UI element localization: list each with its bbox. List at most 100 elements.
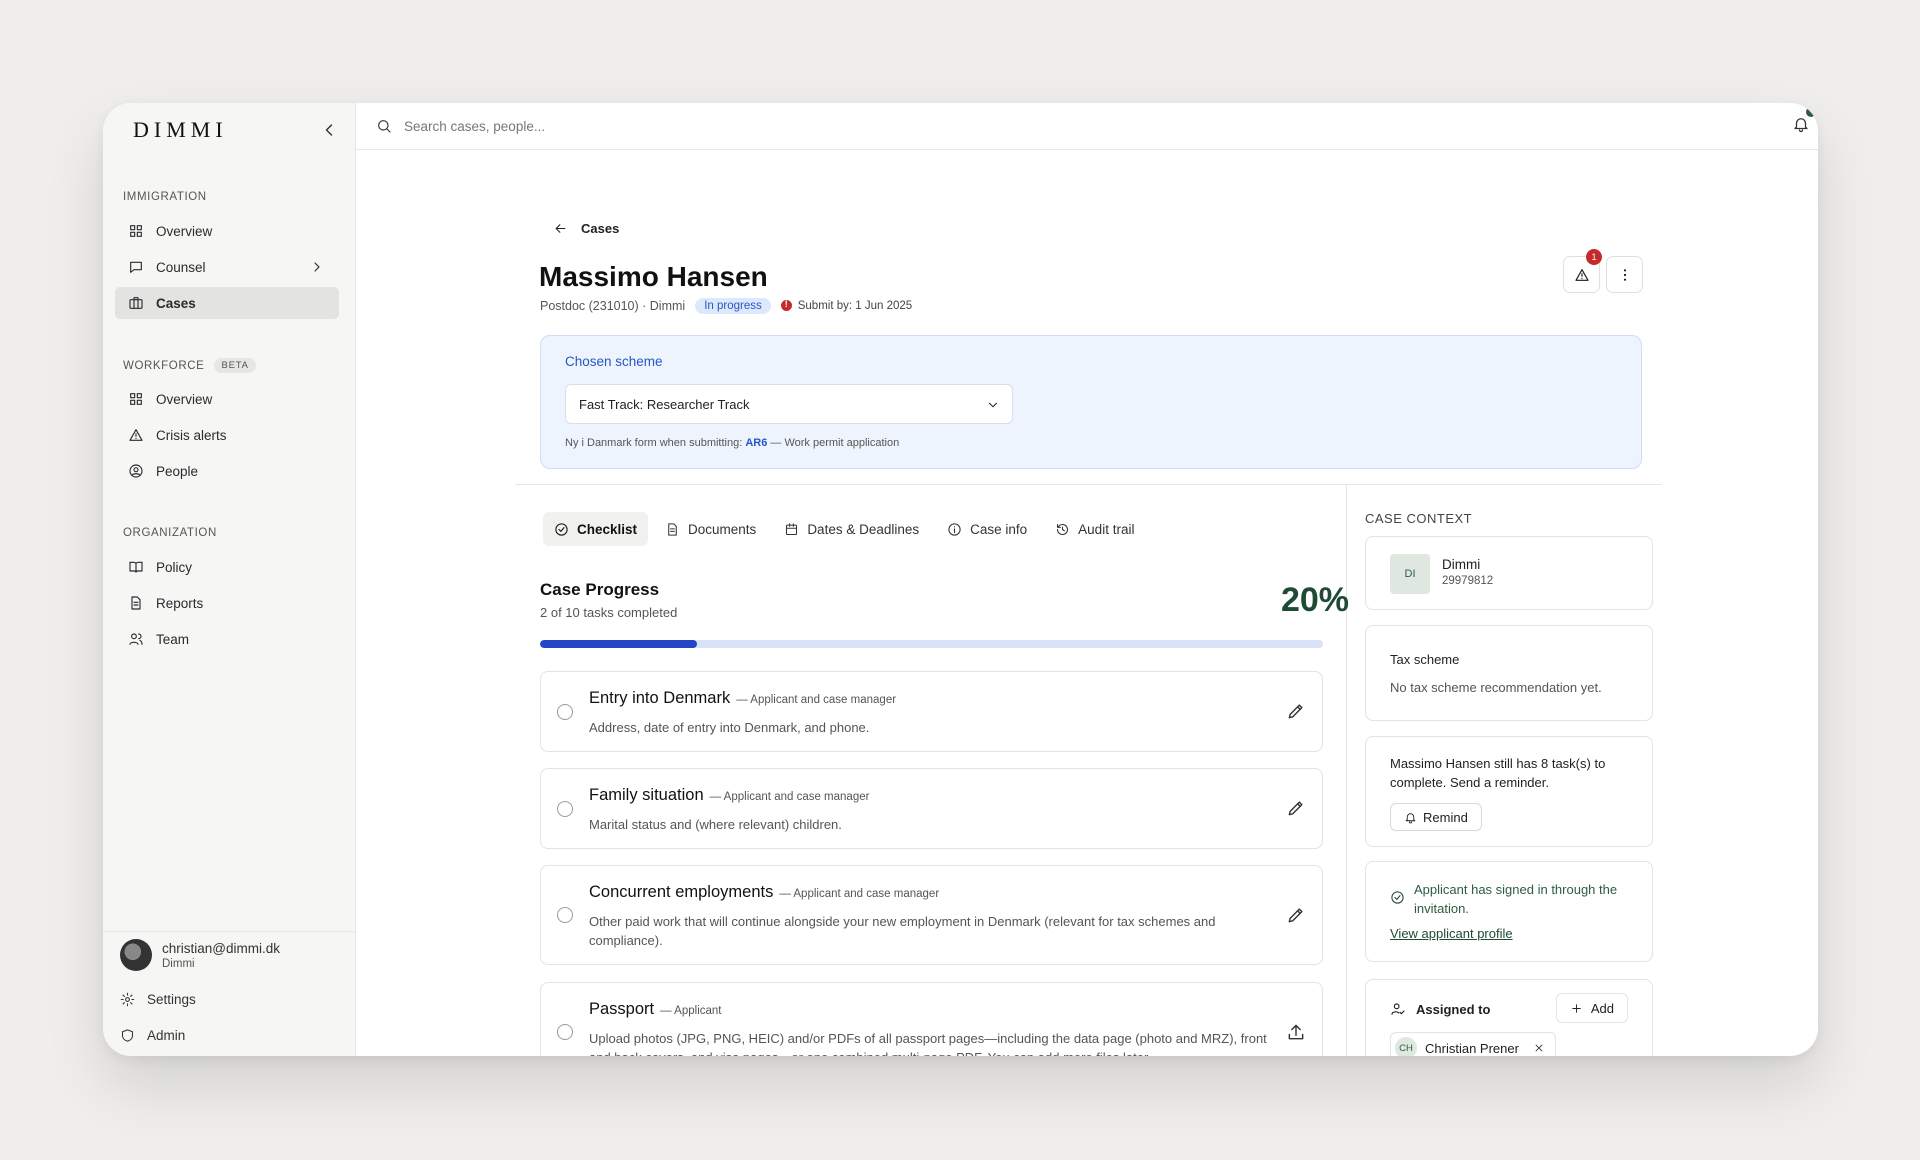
tax-scheme-title: Tax scheme [1390, 652, 1460, 667]
tab-checklist[interactable]: Checklist [543, 512, 649, 546]
book-icon [129, 561, 143, 573]
tax-scheme-text: No tax scheme recommendation yet. [1390, 680, 1602, 695]
task-name: Passport [589, 1000, 655, 1018]
document-icon [131, 596, 141, 610]
section-immigration: IMMIGRATION [123, 191, 207, 203]
close-icon[interactable] [1533, 1042, 1545, 1054]
task-role: — Applicant and case manager [709, 791, 870, 803]
briefcase-icon [129, 297, 143, 309]
edit-icon[interactable] [1286, 798, 1306, 818]
beta-badge: BETA [214, 358, 256, 373]
sidebar-item-label: Reports [156, 595, 204, 611]
shield-icon [121, 1029, 134, 1042]
sidebar-item-crisis-alerts[interactable]: Crisis alerts [115, 419, 339, 451]
task-card[interactable]: Passport — Applicant Upload photos (JPG, … [540, 982, 1323, 1056]
task-description: Other paid work that will continue along… [589, 914, 1216, 948]
task-role: — Applicant and case manager [779, 888, 940, 900]
sidebar-item-team[interactable]: Team [115, 623, 339, 655]
chevron-left-icon[interactable] [319, 120, 339, 140]
remind-label: Remind [1423, 809, 1468, 825]
sidebar-item-cases[interactable]: Cases [115, 287, 339, 319]
section-workforce: WORKFORCE BETA [123, 358, 256, 373]
more-options-button[interactable] [1606, 256, 1643, 293]
grid-icon [130, 225, 142, 237]
progress-bar [540, 640, 1323, 648]
sidebar-item-workforce-overview[interactable]: Overview [115, 383, 339, 415]
signed-text: Applicant has signed in through the invi… [1414, 882, 1618, 916]
notification-dot [1806, 107, 1816, 117]
task-card[interactable]: Concurrent employments — Applicant and ca… [540, 865, 1323, 965]
applicant-signed-card: Applicant has signed in through the invi… [1365, 861, 1653, 962]
task-card[interactable]: Entry into Denmark — Applicant and case m… [540, 671, 1323, 752]
tab-label: Dates & Deadlines [807, 521, 920, 537]
assignee-chip: CH Christian Prener [1390, 1032, 1556, 1056]
scheme-note-prefix: Ny i Danmark form when submitting: [565, 437, 746, 449]
task-checkbox[interactable] [557, 801, 573, 817]
user-email: christian@dimmi.dk [162, 940, 280, 956]
edit-icon[interactable] [1286, 905, 1306, 925]
info-icon [948, 522, 961, 536]
grid-icon [130, 393, 142, 405]
arrow-left-icon [555, 224, 566, 233]
sidebar-item-reports[interactable]: Reports [115, 587, 339, 619]
progress-title: Case Progress [540, 580, 660, 599]
scheme-select[interactable]: Fast Track: Researcher Track [565, 384, 1013, 424]
assigned-title: Assigned to [1416, 1001, 1491, 1017]
back-to-cases-link[interactable]: Cases [553, 221, 619, 236]
view-applicant-profile-link[interactable]: View applicant profile [1390, 926, 1513, 941]
scheme-note: Ny i Danmark form when submitting: AR6 —… [565, 437, 899, 449]
add-label: Add [1590, 1000, 1614, 1016]
settings-label: Settings [147, 992, 196, 1007]
org-avatar: DI [1390, 554, 1430, 594]
context-divider [1346, 484, 1347, 1056]
remind-button[interactable]: Remind [1390, 803, 1482, 831]
case-context-title: CASE CONTEXT [1365, 511, 1473, 526]
tab-documents[interactable]: Documents [654, 512, 767, 546]
tab-case-info[interactable]: Case info [936, 512, 1038, 546]
sidebar-item-label: Team [156, 631, 190, 647]
assigned-header: Assigned to [1390, 1001, 1490, 1017]
task-checkbox[interactable] [557, 1024, 573, 1040]
task-checkbox[interactable] [557, 704, 573, 720]
add-assignee-button[interactable]: Add [1555, 993, 1628, 1023]
org-id: 29979812 [1442, 575, 1494, 587]
chosen-scheme-panel: Chosen scheme Fast Track: Researcher Tra… [540, 335, 1642, 469]
sidebar-footer-divider [103, 931, 356, 932]
assignee-avatar: CH [1395, 1037, 1417, 1056]
warning-icon [1574, 268, 1589, 281]
submit-by-label: Submit by: 1 Jun 2025 [797, 300, 913, 312]
task-name: Concurrent employments [589, 883, 774, 901]
alerts-button[interactable]: 1 [1563, 249, 1602, 293]
scheme-form-link[interactable]: AR6 [745, 437, 767, 449]
settings-link[interactable]: Settings [120, 992, 196, 1007]
user-menu[interactable]: christian@dimmi.dk Dimmi [120, 939, 280, 971]
task-checkbox[interactable] [557, 907, 573, 923]
task-header: Entry into Denmark — Applicant and case m… [589, 689, 896, 708]
avatar [120, 939, 152, 971]
history-icon [1057, 523, 1069, 535]
upload-icon[interactable] [1286, 1022, 1306, 1042]
task-card[interactable]: Family situation — Applicant and case man… [540, 768, 1323, 849]
sidebar-item-counsel[interactable]: Counsel [115, 251, 339, 283]
task-description: Upload photos (JPG, PNG, HEIC) and/or PD… [589, 1031, 1267, 1056]
sidebar-item-people[interactable]: People [115, 455, 339, 487]
sidebar-item-label: Cases [156, 295, 196, 311]
tab-label: Case info [970, 521, 1028, 537]
task-header: Passport — Applicant [589, 1000, 722, 1019]
edit-icon[interactable] [1286, 701, 1306, 721]
bell-icon[interactable] [1792, 115, 1810, 133]
admin-link[interactable]: Admin [120, 1028, 185, 1043]
scheme-label: Chosen scheme [565, 354, 663, 369]
search-input[interactable] [404, 118, 1304, 134]
task-description: Address, date of entry into Denmark, and… [589, 720, 870, 735]
org-card[interactable]: DI Dimmi 29979812 [1365, 536, 1653, 610]
task-header: Family situation — Applicant and case man… [589, 786, 869, 805]
sidebar-item-policy[interactable]: Policy [115, 551, 339, 583]
admin-label: Admin [147, 1028, 186, 1043]
tab-dates-deadlines[interactable]: Dates & Deadlines [773, 512, 930, 546]
section-label: WORKFORCE [123, 359, 205, 372]
sidebar-item-immigration-overview[interactable]: Overview [115, 215, 339, 247]
app-window: DIMMI IMMIGRATION Overview Counsel Cases… [103, 103, 1818, 1056]
section-label: IMMIGRATION [123, 191, 207, 203]
tab-audit-trail[interactable]: Audit trail [1044, 512, 1145, 546]
